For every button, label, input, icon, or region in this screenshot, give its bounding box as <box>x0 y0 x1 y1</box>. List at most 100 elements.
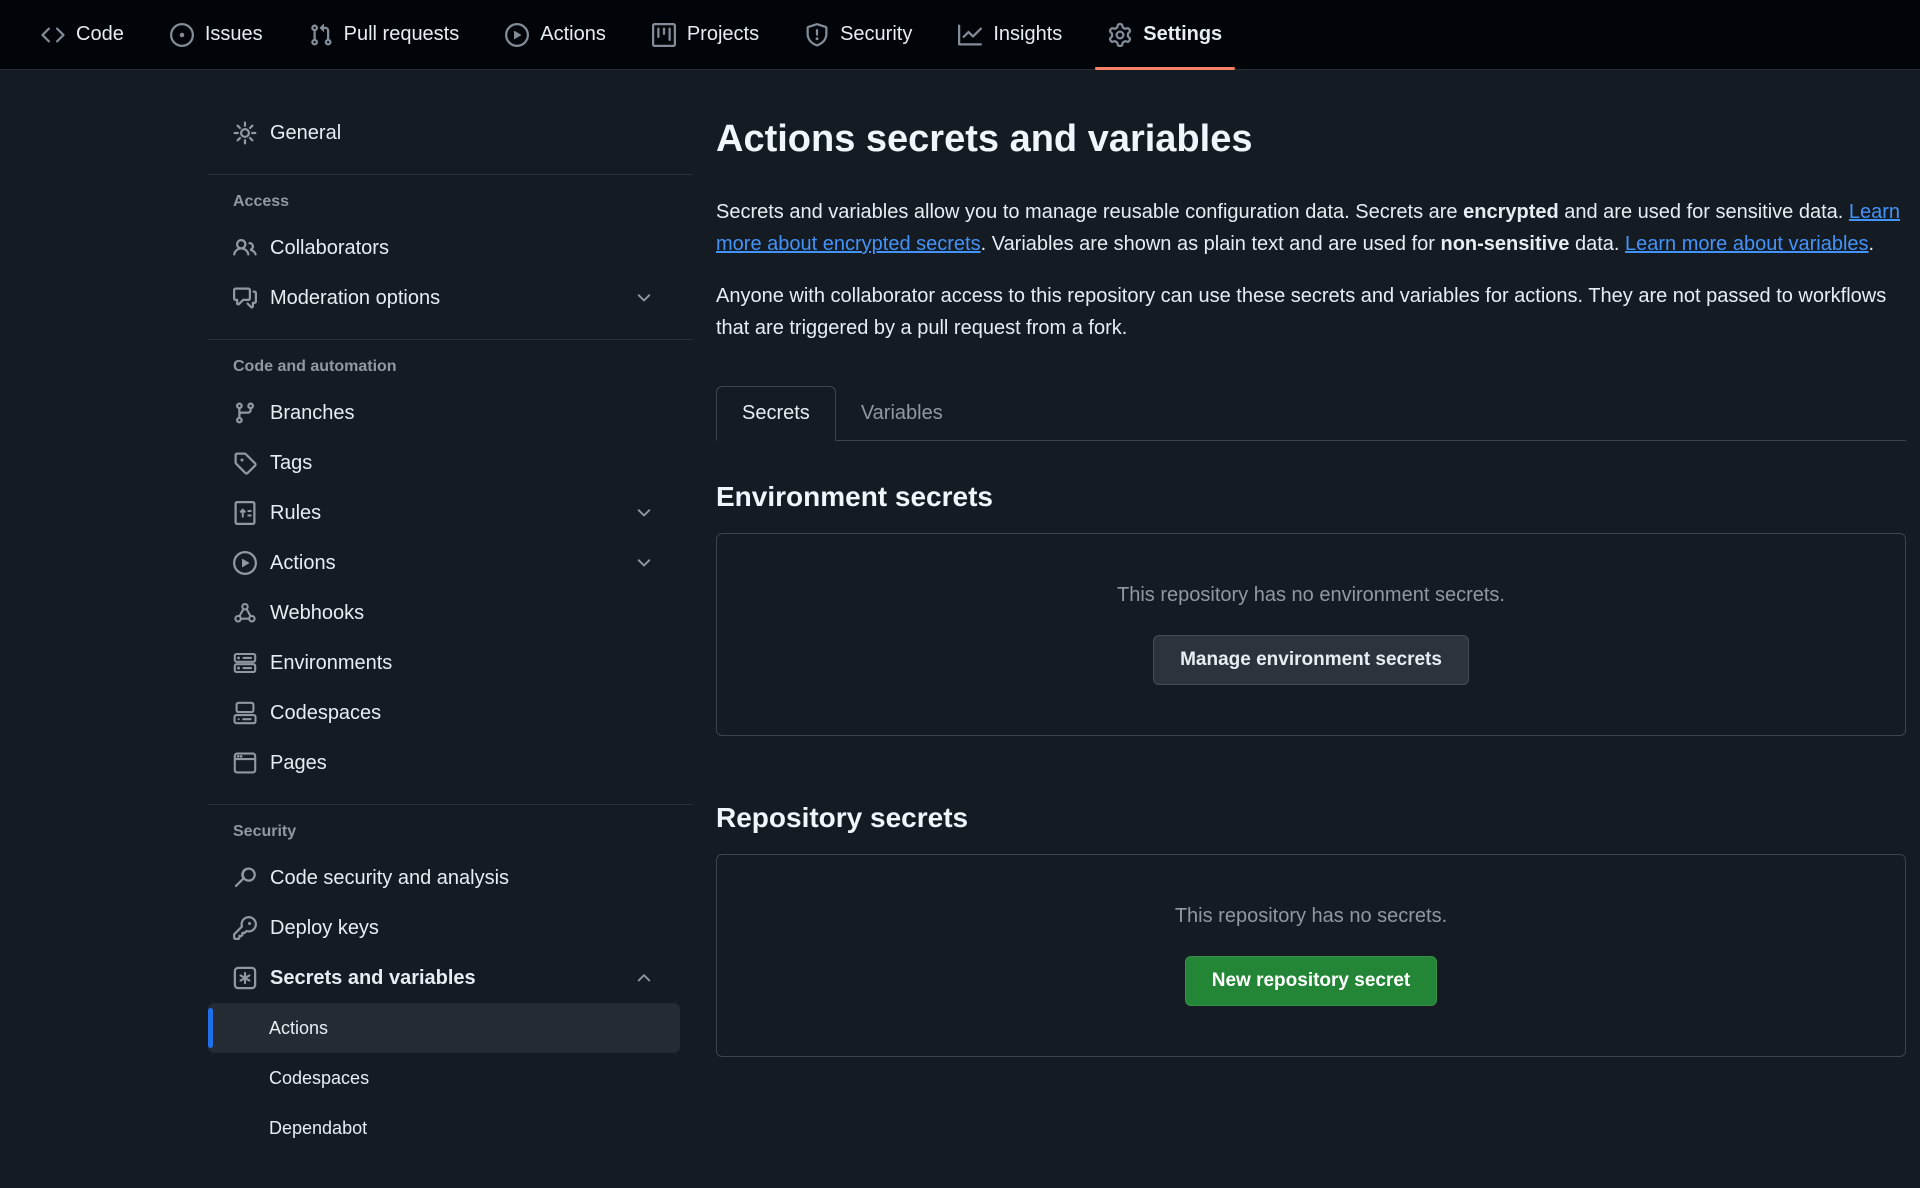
tag-icon <box>233 451 257 475</box>
code-icon <box>41 23 65 47</box>
sidebar-item-label: Pages <box>270 752 327 775</box>
chevron-down-icon <box>634 288 654 308</box>
sidebar-item-general[interactable]: General <box>208 108 680 158</box>
sidebar-item-branches[interactable]: Branches <box>208 388 680 438</box>
sidebar-subitem-label: Codespaces <box>269 1068 369 1089</box>
sidebar-item-label: Actions <box>270 552 336 575</box>
intro-bold-encrypted: encrypted <box>1463 201 1559 223</box>
webhook-icon <box>233 601 257 625</box>
repo-tab-pull-requests[interactable]: Pull requests <box>286 0 483 69</box>
sidebar-item-actions[interactable]: Actions <box>208 538 680 588</box>
people-icon <box>233 236 257 260</box>
sidebar-item-label: Moderation options <box>270 287 440 310</box>
repository-secrets-heading: Repository secrets <box>716 802 1906 834</box>
sidebar-item-codespaces[interactable]: Codespaces <box>208 688 680 738</box>
sidebar-item-pages[interactable]: Pages <box>208 738 680 788</box>
sidebar-subitem-label: Actions <box>269 1018 328 1039</box>
repo-tab-projects[interactable]: Projects <box>629 0 782 69</box>
repository-secrets-empty-box: This repository has no secrets. New repo… <box>716 854 1906 1057</box>
repo-tab-issues[interactable]: Issues <box>147 0 286 69</box>
nav-label: Settings <box>1143 23 1222 46</box>
sidebar-subitem-actions[interactable]: Actions <box>208 1003 680 1053</box>
github-repo-settings-page: Code Issues Pull requests Actions Projec… <box>0 0 1920 1188</box>
intro-bold-non-sensitive: non-sensitive <box>1441 233 1570 255</box>
sidebar-section-title-code-automation: Code and automation <box>233 358 692 376</box>
sidebar-item-code-security[interactable]: Code security and analysis <box>208 853 680 903</box>
git-branch-icon <box>233 401 257 425</box>
collaborator-access-paragraph: Anyone with collaborator access to this … <box>716 280 1906 344</box>
gear-icon <box>1108 23 1132 47</box>
gear-icon <box>233 121 257 145</box>
browser-icon <box>233 751 257 775</box>
repo-tab-security[interactable]: Security <box>782 0 935 69</box>
nav-label: Pull requests <box>344 23 460 46</box>
sidebar-divider <box>208 174 692 175</box>
codespaces-icon <box>233 701 257 725</box>
sidebar-section-title-access: Access <box>233 193 692 211</box>
nav-label: Issues <box>205 23 263 46</box>
sidebar-subitem-label: Dependabot <box>269 1118 367 1139</box>
sidebar-item-label: Tags <box>270 452 312 475</box>
new-repository-secret-button[interactable]: New repository secret <box>1185 956 1438 1006</box>
sidebar-item-label: Deploy keys <box>270 917 379 940</box>
play-circle-icon <box>233 551 257 575</box>
sidebar-item-label: Branches <box>270 402 355 425</box>
sidebar-item-label: Collaborators <box>270 237 389 260</box>
tab-secrets[interactable]: Secrets <box>716 386 836 441</box>
sidebar-item-label: Secrets and variables <box>270 967 476 990</box>
sidebar-item-label: Codespaces <box>270 702 381 725</box>
page-title: Actions secrets and variables <box>716 116 1906 162</box>
tab-variables[interactable]: Variables <box>836 387 968 440</box>
comment-discussion-icon <box>233 286 257 310</box>
chevron-down-icon <box>634 503 654 523</box>
sidebar-item-environments[interactable]: Environments <box>208 638 680 688</box>
sidebar-item-deploy-keys[interactable]: Deploy keys <box>208 903 680 953</box>
sidebar-item-label: Environments <box>270 652 392 675</box>
sidebar-subitem-dependabot[interactable]: Dependabot <box>208 1103 680 1153</box>
repo-tab-insights[interactable]: Insights <box>935 0 1085 69</box>
repo-tab-actions[interactable]: Actions <box>482 0 629 69</box>
environment-secrets-empty-message: This repository has no environment secre… <box>737 584 1885 607</box>
shield-icon <box>805 23 829 47</box>
sidebar-item-label: Rules <box>270 502 321 525</box>
sidebar-subitem-codespaces[interactable]: Codespaces <box>208 1053 680 1103</box>
key-icon <box>233 916 257 940</box>
sidebar-item-label: Webhooks <box>270 602 364 625</box>
sidebar-item-rules[interactable]: Rules <box>208 488 680 538</box>
sidebar-item-label: Code security and analysis <box>270 867 509 890</box>
nav-label: Security <box>840 23 912 46</box>
graph-icon <box>958 23 982 47</box>
active-indicator-bar <box>208 1008 213 1048</box>
intro-paragraph: Secrets and variables allow you to manag… <box>716 196 1906 260</box>
sidebar-item-secrets-and-variables[interactable]: Secrets and variables <box>208 953 680 1003</box>
server-icon <box>233 651 257 675</box>
settings-sidebar: General Access Collaborators Moderation … <box>208 108 692 1153</box>
git-pull-request-icon <box>309 23 333 47</box>
environment-secrets-empty-box: This repository has no environment secre… <box>716 533 1906 736</box>
repo-tab-settings[interactable]: Settings <box>1085 0 1245 69</box>
secrets-variables-tabnav: Secrets Variables <box>716 386 1906 441</box>
repository-secrets-empty-message: This repository has no secrets. <box>737 905 1885 928</box>
nav-label: Code <box>76 23 124 46</box>
chevron-down-icon <box>634 553 654 573</box>
link-learn-more-variables[interactable]: Learn more about variables <box>1625 233 1868 255</box>
manage-environment-secrets-button[interactable]: Manage environment secrets <box>1153 635 1469 685</box>
sidebar-item-webhooks[interactable]: Webhooks <box>208 588 680 638</box>
repo-tab-code[interactable]: Code <box>18 0 147 69</box>
nav-label: Insights <box>993 23 1062 46</box>
sidebar-divider <box>208 339 692 340</box>
issue-opened-icon <box>170 23 194 47</box>
asterisk-box-icon <box>233 966 257 990</box>
sidebar-item-tags[interactable]: Tags <box>208 438 680 488</box>
environment-secrets-heading: Environment secrets <box>716 481 1906 513</box>
codescan-icon <box>233 866 257 890</box>
sidebar-item-collaborators[interactable]: Collaborators <box>208 223 680 273</box>
play-circle-icon <box>505 23 529 47</box>
sidebar-item-moderation-options[interactable]: Moderation options <box>208 273 680 323</box>
rule-icon <box>233 501 257 525</box>
repo-nav: Code Issues Pull requests Actions Projec… <box>0 0 1920 70</box>
sidebar-item-label: General <box>270 122 341 145</box>
project-icon <box>652 23 676 47</box>
sidebar-section-title-security: Security <box>233 823 692 841</box>
nav-label: Actions <box>540 23 606 46</box>
